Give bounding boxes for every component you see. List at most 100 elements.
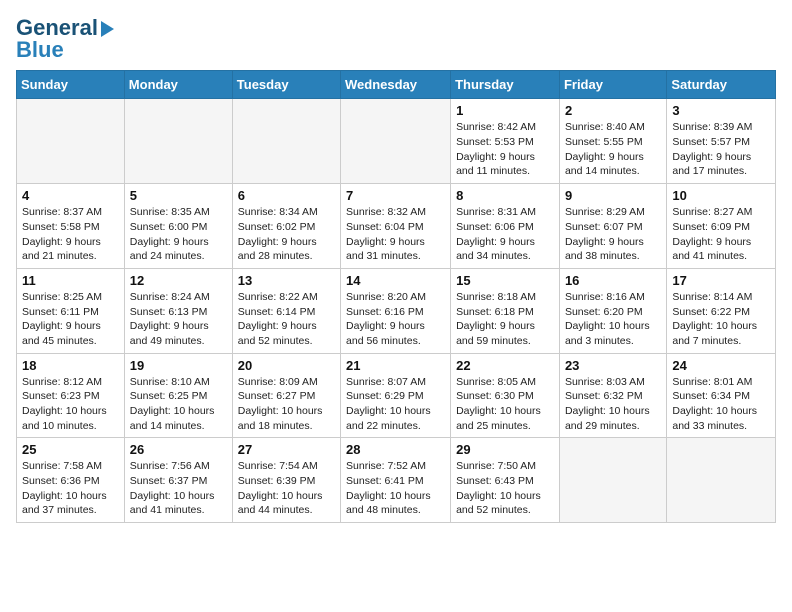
calendar-cell: 26Sunrise: 7:56 AM Sunset: 6:37 PM Dayli… <box>124 438 232 523</box>
calendar-week-row: 1 Sunrise: 8:42 AM Sunset: 5:53 PM Daylig… <box>17 99 776 184</box>
day-number: 16 <box>565 273 661 288</box>
day-number: 21 <box>346 358 445 373</box>
day-info: Sunrise: 8:22 AM Sunset: 6:14 PM Dayligh… <box>238 290 335 349</box>
day-number: 12 <box>130 273 227 288</box>
day-number: 4 <box>22 188 119 203</box>
day-number: 15 <box>456 273 554 288</box>
day-info: Sunrise: 8:31 AM Sunset: 6:06 PM Dayligh… <box>456 205 554 264</box>
calendar-cell: 14 Sunrise: 8:20 AM Sunset: 6:16 PM Dayli… <box>341 268 451 353</box>
calendar-cell: 4 Sunrise: 8:37 AM Sunset: 5:58 PM Daylig… <box>17 184 125 269</box>
day-info: Sunrise: 8:01 AM Sunset: 6:34 PM Dayligh… <box>672 375 770 434</box>
day-number: 13 <box>238 273 335 288</box>
day-info: Sunrise: 8:05 AM Sunset: 6:30 PM Dayligh… <box>456 375 554 434</box>
day-info: Sunrise: 8:27 AM Sunset: 6:09 PM Dayligh… <box>672 205 770 264</box>
logo-blue: Blue <box>16 38 114 62</box>
day-info: Sunrise: 8:16 AM Sunset: 6:20 PM Dayligh… <box>565 290 661 349</box>
calendar-cell: 7Sunrise: 8:32 AM Sunset: 6:04 PM Daylig… <box>341 184 451 269</box>
day-number: 22 <box>456 358 554 373</box>
day-number: 26 <box>130 442 227 457</box>
calendar-week-row: 11Sunrise: 8:25 AM Sunset: 6:11 PM Dayli… <box>17 268 776 353</box>
calendar-cell: 15 Sunrise: 8:18 AM Sunset: 6:18 PM Dayli… <box>451 268 560 353</box>
calendar-cell: 19 Sunrise: 8:10 AM Sunset: 6:25 PM Dayli… <box>124 353 232 438</box>
day-info: Sunrise: 8:42 AM Sunset: 5:53 PM Dayligh… <box>456 120 554 179</box>
day-of-week-header: Friday <box>559 71 666 99</box>
day-info: Sunrise: 8:35 AM Sunset: 6:00 PM Dayligh… <box>130 205 227 264</box>
day-info: Sunrise: 8:40 AM Sunset: 5:55 PM Dayligh… <box>565 120 661 179</box>
calendar-week-row: 25 Sunrise: 7:58 AM Sunset: 6:36 PM Dayli… <box>17 438 776 523</box>
calendar-cell: 23Sunrise: 8:03 AM Sunset: 6:32 PM Dayli… <box>559 353 666 438</box>
calendar-cell <box>667 438 776 523</box>
calendar-cell: 9 Sunrise: 8:29 AM Sunset: 6:07 PM Daylig… <box>559 184 666 269</box>
calendar-cell: 24 Sunrise: 8:01 AM Sunset: 6:34 PM Dayli… <box>667 353 776 438</box>
logo: General Blue <box>16 16 114 62</box>
day-of-week-header: Tuesday <box>232 71 340 99</box>
calendar-cell: 11Sunrise: 8:25 AM Sunset: 6:11 PM Dayli… <box>17 268 125 353</box>
day-number: 8 <box>456 188 554 203</box>
day-info: Sunrise: 8:18 AM Sunset: 6:18 PM Dayligh… <box>456 290 554 349</box>
day-info: Sunrise: 8:20 AM Sunset: 6:16 PM Dayligh… <box>346 290 445 349</box>
calendar-cell: 1 Sunrise: 8:42 AM Sunset: 5:53 PM Daylig… <box>451 99 560 184</box>
day-number: 3 <box>672 103 770 118</box>
day-number: 29 <box>456 442 554 457</box>
day-of-week-header: Monday <box>124 71 232 99</box>
day-info: Sunrise: 8:29 AM Sunset: 6:07 PM Dayligh… <box>565 205 661 264</box>
day-number: 2 <box>565 103 661 118</box>
day-number: 1 <box>456 103 554 118</box>
calendar-cell <box>559 438 666 523</box>
day-info: Sunrise: 8:10 AM Sunset: 6:25 PM Dayligh… <box>130 375 227 434</box>
calendar-body: 1 Sunrise: 8:42 AM Sunset: 5:53 PM Daylig… <box>17 99 776 523</box>
day-info: Sunrise: 7:54 AM Sunset: 6:39 PM Dayligh… <box>238 459 335 518</box>
day-info: Sunrise: 8:24 AM Sunset: 6:13 PM Dayligh… <box>130 290 227 349</box>
calendar-cell: 27 Sunrise: 7:54 AM Sunset: 6:39 PM Dayli… <box>232 438 340 523</box>
day-number: 14 <box>346 273 445 288</box>
day-number: 19 <box>130 358 227 373</box>
calendar-cell: 22 Sunrise: 8:05 AM Sunset: 6:30 PM Dayli… <box>451 353 560 438</box>
calendar-cell: 12 Sunrise: 8:24 AM Sunset: 6:13 PM Dayli… <box>124 268 232 353</box>
day-number: 17 <box>672 273 770 288</box>
calendar-cell: 6 Sunrise: 8:34 AM Sunset: 6:02 PM Daylig… <box>232 184 340 269</box>
calendar-cell: 10 Sunrise: 8:27 AM Sunset: 6:09 PM Dayli… <box>667 184 776 269</box>
day-info: Sunrise: 8:32 AM Sunset: 6:04 PM Dayligh… <box>346 205 445 264</box>
calendar-cell: 5 Sunrise: 8:35 AM Sunset: 6:00 PM Daylig… <box>124 184 232 269</box>
day-number: 6 <box>238 188 335 203</box>
day-number: 18 <box>22 358 119 373</box>
day-info: Sunrise: 7:58 AM Sunset: 6:36 PM Dayligh… <box>22 459 119 518</box>
calendar-cell: 3 Sunrise: 8:39 AM Sunset: 5:57 PM Daylig… <box>667 99 776 184</box>
day-of-week-header: Wednesday <box>341 71 451 99</box>
day-of-week-header: Sunday <box>17 71 125 99</box>
calendar-week-row: 4 Sunrise: 8:37 AM Sunset: 5:58 PM Daylig… <box>17 184 776 269</box>
day-info: Sunrise: 7:52 AM Sunset: 6:41 PM Dayligh… <box>346 459 445 518</box>
calendar-cell: 2 Sunrise: 8:40 AM Sunset: 5:55 PM Daylig… <box>559 99 666 184</box>
day-info: Sunrise: 8:34 AM Sunset: 6:02 PM Dayligh… <box>238 205 335 264</box>
calendar-week-row: 18 Sunrise: 8:12 AM Sunset: 6:23 PM Dayli… <box>17 353 776 438</box>
page-header: General Blue <box>16 16 776 62</box>
calendar-cell: 8 Sunrise: 8:31 AM Sunset: 6:06 PM Daylig… <box>451 184 560 269</box>
calendar-cell: 21Sunrise: 8:07 AM Sunset: 6:29 PM Dayli… <box>341 353 451 438</box>
calendar-cell <box>124 99 232 184</box>
day-info: Sunrise: 8:37 AM Sunset: 5:58 PM Dayligh… <box>22 205 119 264</box>
calendar-cell: 25 Sunrise: 7:58 AM Sunset: 6:36 PM Dayli… <box>17 438 125 523</box>
day-info: Sunrise: 8:09 AM Sunset: 6:27 PM Dayligh… <box>238 375 335 434</box>
day-info: Sunrise: 8:39 AM Sunset: 5:57 PM Dayligh… <box>672 120 770 179</box>
day-number: 10 <box>672 188 770 203</box>
day-number: 20 <box>238 358 335 373</box>
calendar-cell <box>17 99 125 184</box>
day-number: 23 <box>565 358 661 373</box>
day-number: 5 <box>130 188 227 203</box>
day-number: 11 <box>22 273 119 288</box>
day-info: Sunrise: 8:12 AM Sunset: 6:23 PM Dayligh… <box>22 375 119 434</box>
calendar-cell: 29 Sunrise: 7:50 AM Sunset: 6:43 PM Dayli… <box>451 438 560 523</box>
calendar-cell: 18 Sunrise: 8:12 AM Sunset: 6:23 PM Dayli… <box>17 353 125 438</box>
calendar-cell: 17 Sunrise: 8:14 AM Sunset: 6:22 PM Dayli… <box>667 268 776 353</box>
calendar-cell: 20 Sunrise: 8:09 AM Sunset: 6:27 PM Dayli… <box>232 353 340 438</box>
day-number: 25 <box>22 442 119 457</box>
day-number: 28 <box>346 442 445 457</box>
day-number: 24 <box>672 358 770 373</box>
day-info: Sunrise: 7:50 AM Sunset: 6:43 PM Dayligh… <box>456 459 554 518</box>
day-info: Sunrise: 8:14 AM Sunset: 6:22 PM Dayligh… <box>672 290 770 349</box>
day-of-week-header: Thursday <box>451 71 560 99</box>
day-of-week-header: Saturday <box>667 71 776 99</box>
day-number: 9 <box>565 188 661 203</box>
calendar-header-row: SundayMondayTuesdayWednesdayThursdayFrid… <box>17 71 776 99</box>
day-number: 27 <box>238 442 335 457</box>
